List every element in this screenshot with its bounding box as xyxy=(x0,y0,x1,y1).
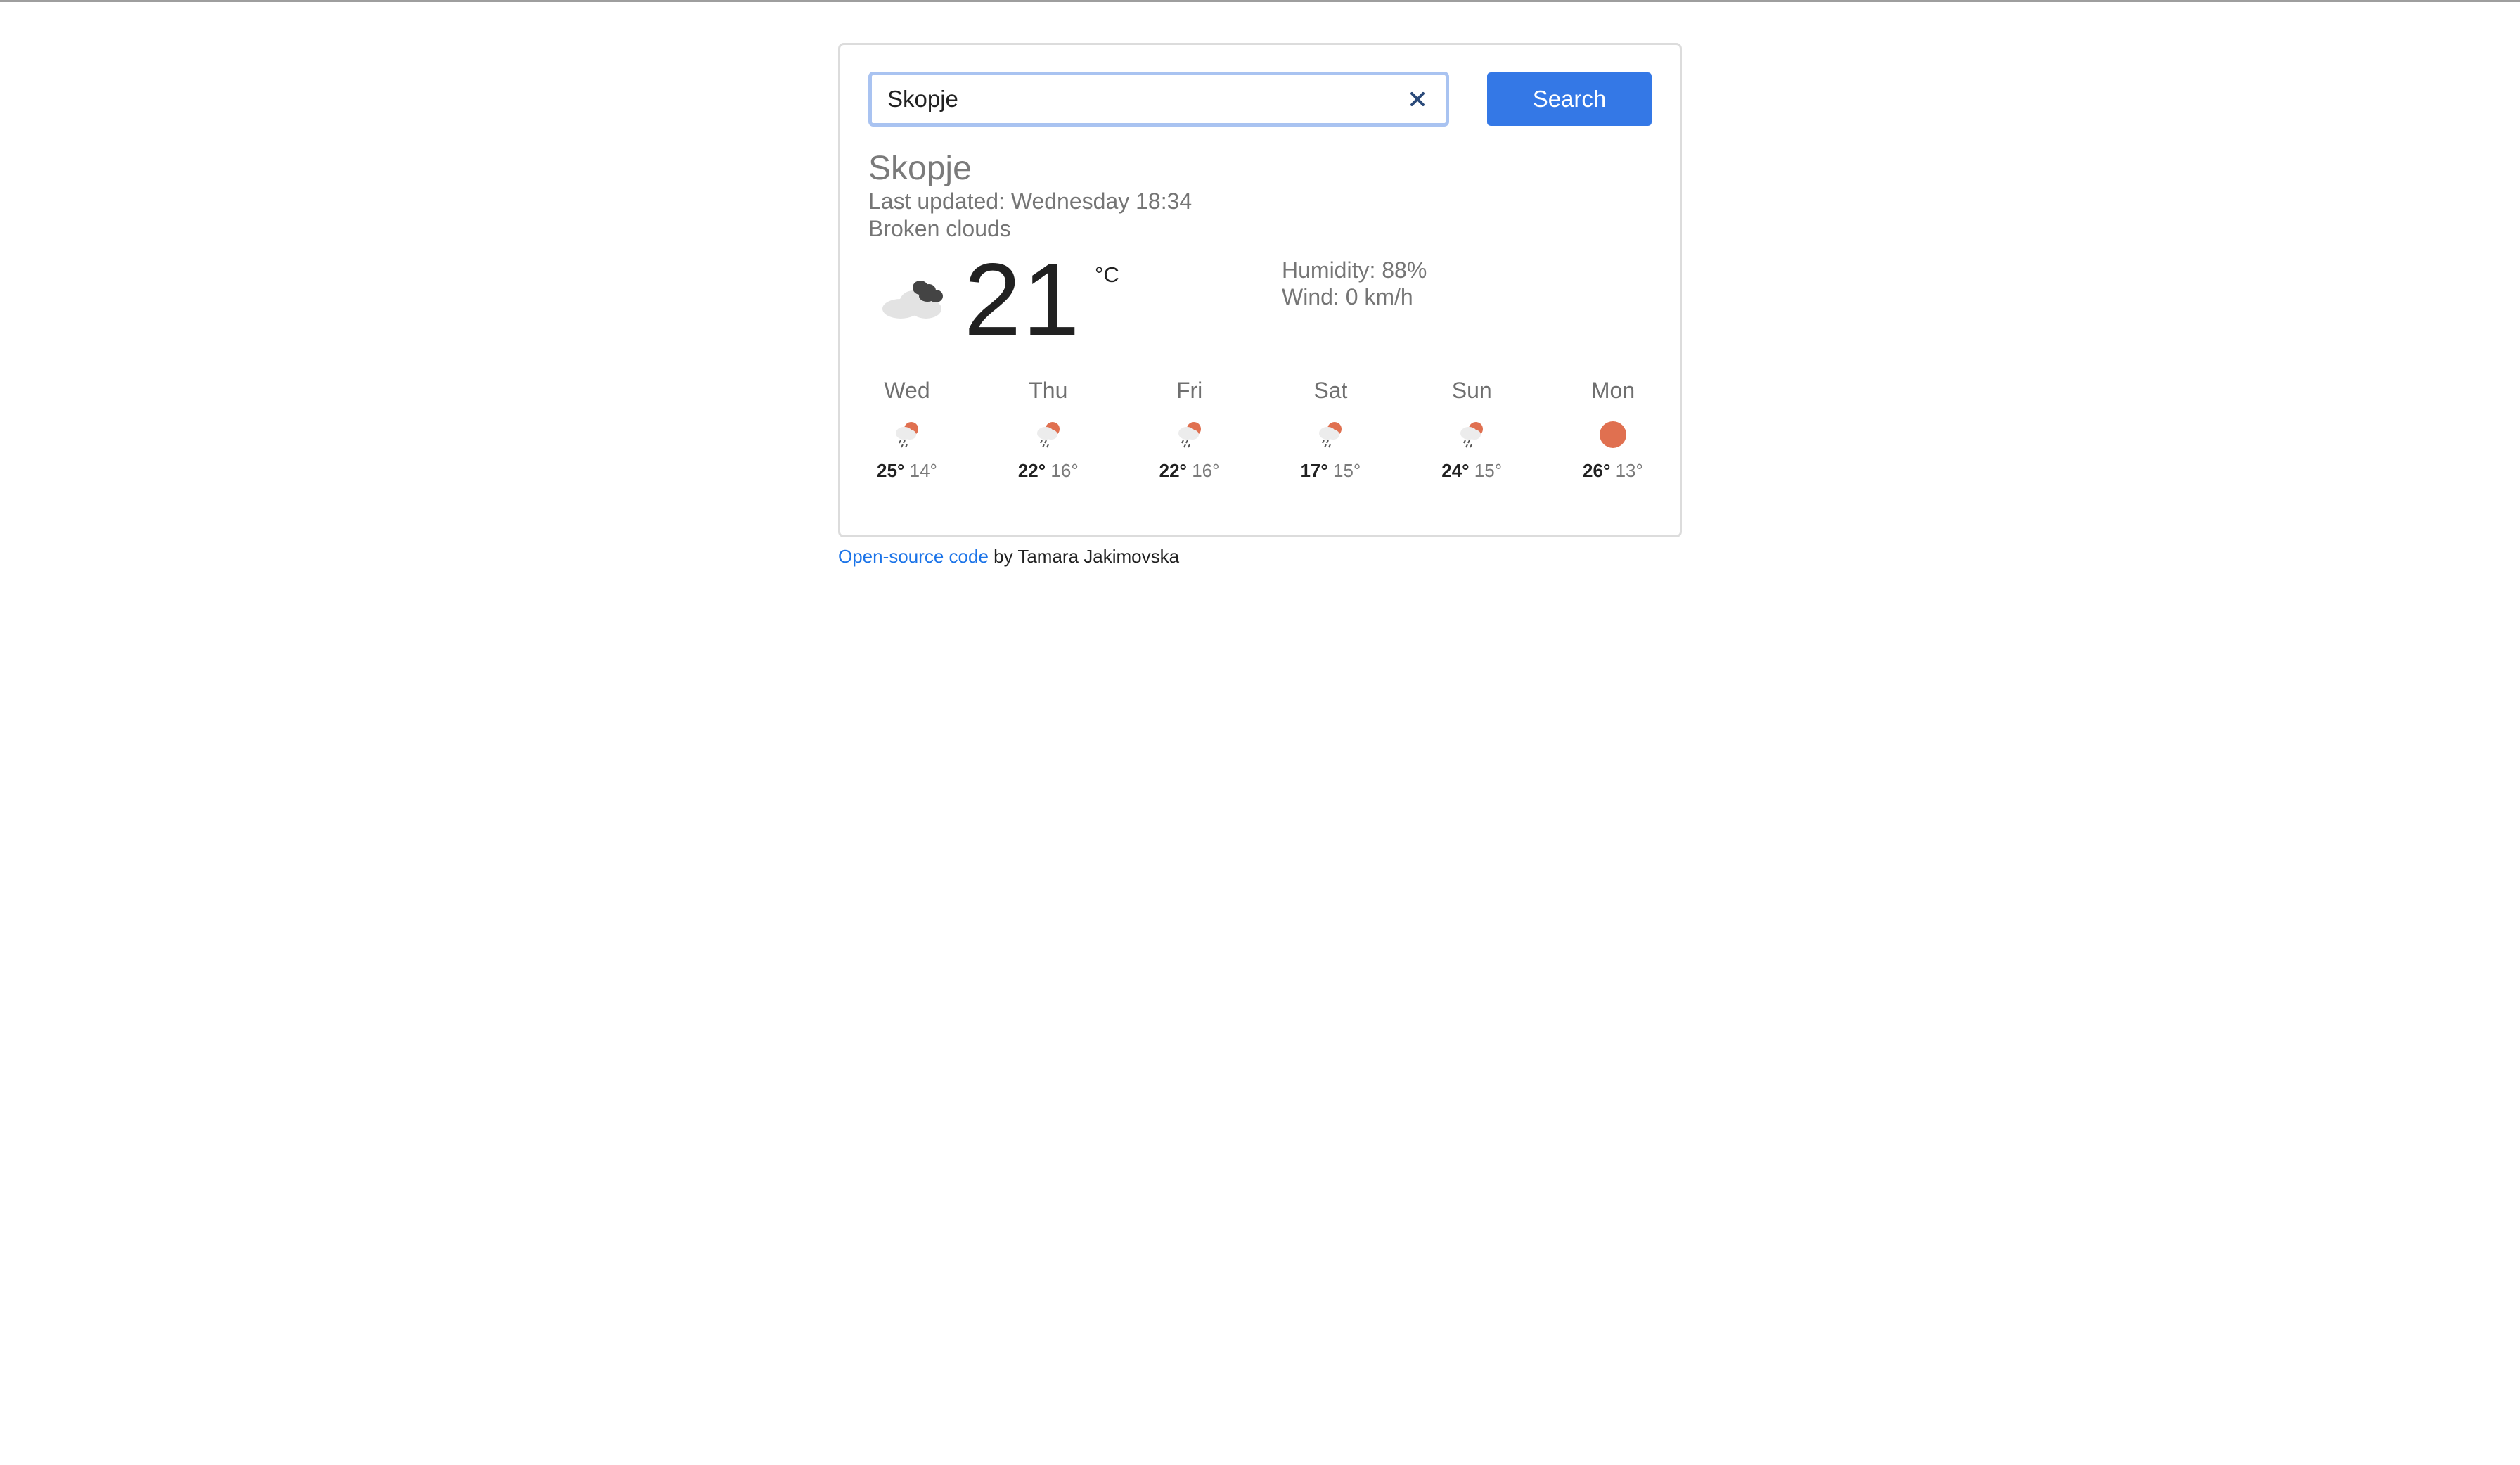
day-temps: 22° 16° xyxy=(1010,459,1087,482)
low-temp: 15° xyxy=(1333,460,1361,481)
broken-clouds-icon xyxy=(880,272,950,321)
forecast-day: Thu 22° 16° xyxy=(1010,376,1087,482)
current-conditions: 21 °C Humidity: 88% Wind: 0 km/h xyxy=(868,243,1652,376)
temperature-unit: °C xyxy=(1095,262,1119,287)
day-name: Sun xyxy=(1451,378,1492,403)
rain-sun-icon xyxy=(868,411,946,458)
weather-app: Search Skopje Last updated: Wednesday 18… xyxy=(838,43,1682,568)
high-temp: 22° xyxy=(1159,460,1187,481)
open-source-link[interactable]: Open-source code xyxy=(838,546,989,567)
wind: Wind: 0 km/h xyxy=(1282,284,1413,309)
low-temp: 14° xyxy=(909,460,937,481)
low-temp: 16° xyxy=(1050,460,1079,481)
humidity: Humidity: 88% xyxy=(1282,257,1427,283)
day-temps: 17° 15° xyxy=(1292,459,1369,482)
high-temp: 25° xyxy=(877,460,905,481)
forecast-day: Sun 24° 15° xyxy=(1433,376,1510,482)
low-temp: 16° xyxy=(1192,460,1220,481)
author-credit: by Tamara Jakimovska xyxy=(988,546,1180,567)
day-temps: 25° 14° xyxy=(868,459,946,482)
high-temp: 22° xyxy=(1017,460,1046,481)
forecast-day: Wed 25° 14° xyxy=(868,376,946,482)
close-icon[interactable] xyxy=(1403,85,1432,113)
day-temps: 26° 13° xyxy=(1574,459,1652,482)
forecast-day: Fri 22° 16° xyxy=(1151,376,1228,482)
rain-sun-icon xyxy=(1010,411,1087,458)
rain-sun-icon xyxy=(1292,411,1369,458)
low-temp: 13° xyxy=(1615,460,1643,481)
day-name: Mon xyxy=(1590,378,1635,403)
high-temp: 17° xyxy=(1300,460,1328,481)
city-name: Skopje xyxy=(868,150,972,187)
search-row: Search xyxy=(868,72,1652,127)
day-name: Wed xyxy=(884,378,930,403)
top-divider xyxy=(0,0,2520,2)
day-name: Sat xyxy=(1313,378,1348,403)
high-temp: 24° xyxy=(1441,460,1470,481)
forecast-day: Sat 17° 15° xyxy=(1292,376,1369,482)
high-temp: 26° xyxy=(1583,460,1611,481)
forecast: Wed 25° 14° Thu 22° 16° Fri 22° 16° Sat … xyxy=(868,376,1652,482)
search-button[interactable]: Search xyxy=(1487,72,1652,126)
day-name: Thu xyxy=(1029,378,1068,403)
footer: Open-source code by Tamara Jakimovska xyxy=(838,546,1682,568)
low-temp: 15° xyxy=(1474,460,1503,481)
rain-sun-icon xyxy=(1433,411,1510,458)
weather-description: Broken clouds xyxy=(868,216,1011,241)
weather-card: Search Skopje Last updated: Wednesday 18… xyxy=(838,43,1682,537)
rain-sun-icon xyxy=(1151,411,1228,458)
sun-icon xyxy=(1574,411,1652,458)
current-temperature: 21 xyxy=(964,242,1081,357)
search-input[interactable] xyxy=(887,86,1403,113)
day-temps: 24° 15° xyxy=(1433,459,1510,482)
day-name: Fri xyxy=(1176,378,1203,403)
search-box[interactable] xyxy=(868,72,1449,127)
day-temps: 22° 16° xyxy=(1151,459,1228,482)
forecast-day: Mon 26° 13° xyxy=(1574,376,1652,482)
last-updated: Last updated: Wednesday 18:34 xyxy=(868,188,1192,214)
